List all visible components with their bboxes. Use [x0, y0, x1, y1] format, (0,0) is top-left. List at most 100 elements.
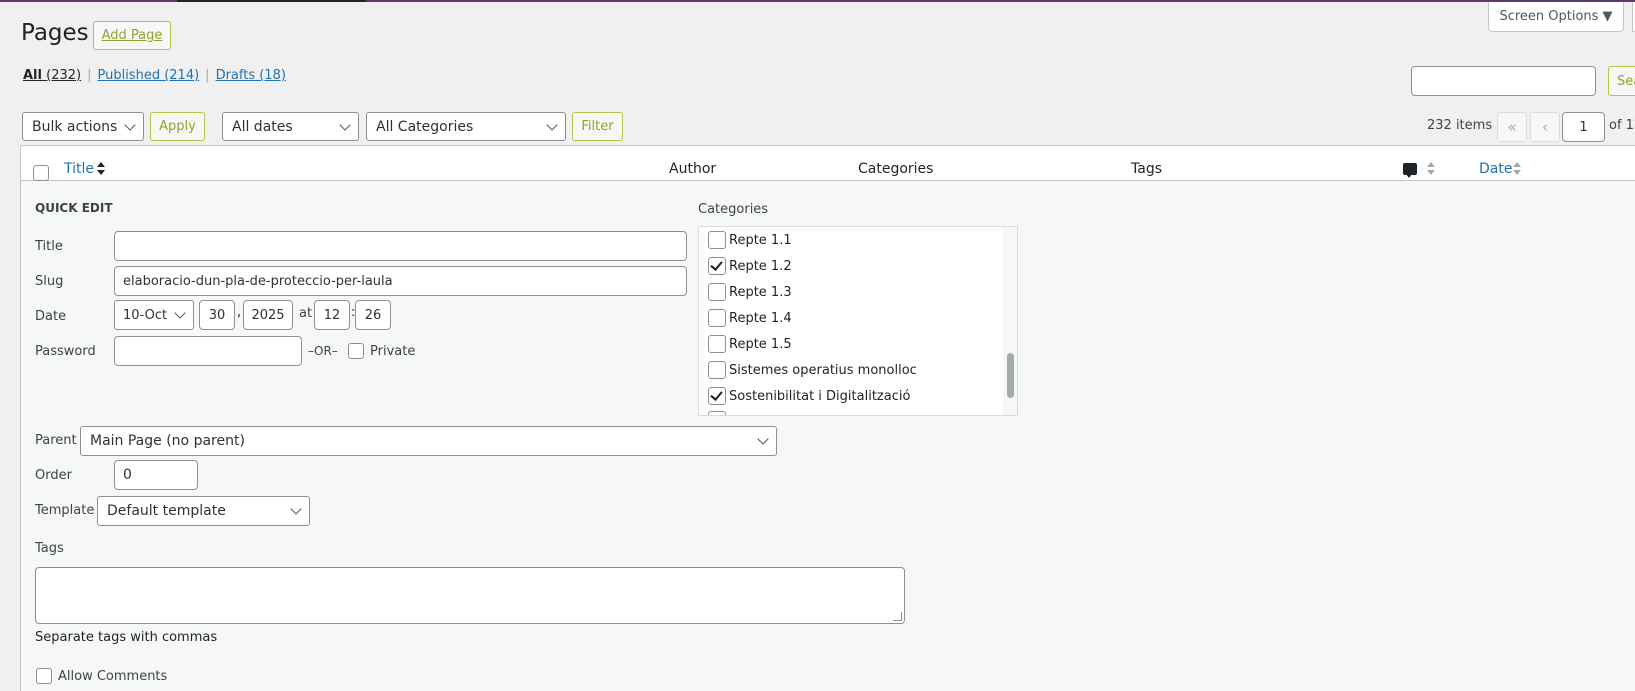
filter-divider: | — [87, 68, 92, 83]
bulk-actions-select[interactable]: Bulk actions — [22, 112, 144, 141]
category-item-label: Sostenibilitat i Digitalització — [729, 388, 911, 404]
category-item[interactable]: Repte 1.1 — [708, 229, 792, 251]
add-page-label: Add Page — [101, 28, 163, 43]
screen-options-label: Screen Options ▼ — [1499, 9, 1613, 24]
slug-value: elaboracio-dun-pla-de-proteccio-per-laul… — [123, 273, 393, 289]
categories-checklist[interactable]: Repte 1.1 Repte 1.2 Repte 1.3 Repte 1.4 Rept… — [698, 226, 1018, 416]
category-item-label: Repte 1.1 — [729, 232, 792, 248]
column-title[interactable]: Title — [64, 161, 94, 177]
category-item[interactable]: Repte 1.5 — [708, 333, 792, 355]
total-pages: of 12 — [1609, 118, 1635, 133]
date-comma: , — [237, 305, 242, 320]
hour-value: 12 — [323, 307, 341, 323]
title-input[interactable] — [114, 231, 687, 261]
password-input[interactable] — [114, 336, 302, 366]
allow-comments-label: Allow Comments — [58, 669, 168, 684]
at-label: at — [299, 306, 313, 321]
template-select[interactable]: Default template — [97, 496, 310, 526]
category-item-partial[interactable] — [708, 411, 726, 415]
column-author: Author — [669, 161, 717, 177]
month-value: 10-Oct — [123, 307, 168, 323]
year-input[interactable]: 2025 — [243, 300, 293, 330]
tags-textarea[interactable] — [35, 567, 905, 624]
filter-drafts[interactable]: Drafts (18) — [216, 68, 286, 83]
tags-label: Tags — [35, 541, 64, 556]
screen-options-button[interactable]: Screen Options ▼ — [1488, 2, 1624, 32]
apply-button[interactable]: Apply — [150, 112, 205, 141]
category-checkbox[interactable] — [708, 387, 726, 405]
day-input[interactable]: 30 — [199, 300, 235, 330]
prev-page-button[interactable]: ‹ — [1530, 112, 1560, 142]
order-label: Order — [35, 468, 72, 483]
category-checkbox[interactable] — [708, 231, 726, 249]
add-page-button[interactable]: Add Page — [93, 21, 171, 50]
chevron-down-icon — [124, 118, 136, 131]
chevron-down-icon — [546, 118, 558, 131]
category-checkbox[interactable] — [708, 335, 726, 353]
category-item-label: Sistemes operatius monolloc — [729, 362, 917, 378]
dates-select[interactable]: All dates — [222, 112, 359, 141]
category-item[interactable]: Sistemes operatius monolloc — [708, 359, 917, 381]
current-page-input[interactable]: 1 — [1562, 112, 1605, 142]
category-checkbox[interactable] — [708, 361, 726, 379]
category-checkbox[interactable] — [708, 257, 726, 275]
hour-input[interactable]: 12 — [314, 300, 350, 330]
quick-edit-heading: QUICK EDIT — [35, 201, 113, 215]
category-checkbox[interactable] — [708, 309, 726, 327]
select-all-checkbox[interactable] — [33, 165, 49, 181]
category-item[interactable]: Repte 1.3 — [708, 281, 792, 303]
minute-value: 26 — [364, 307, 382, 323]
apply-label: Apply — [159, 119, 196, 134]
category-item-label: Repte 1.4 — [729, 310, 792, 326]
categories-select[interactable]: All Categories — [366, 112, 566, 141]
table-header — [20, 145, 1635, 181]
filter-all-label: All — [23, 68, 42, 83]
admin-bar-active-edge — [177, 0, 366, 2]
resize-handle-icon[interactable] — [893, 612, 902, 621]
category-item[interactable]: Repte 1.2 — [708, 255, 792, 277]
slug-label: Slug — [35, 274, 64, 289]
category-item[interactable]: Sostenibilitat i Digitalització — [708, 385, 910, 407]
first-page-icon: « — [1507, 118, 1517, 136]
chevron-down-icon — [757, 433, 769, 445]
column-date[interactable]: Date — [1479, 161, 1512, 177]
sort-date-icon[interactable] — [1513, 162, 1521, 176]
slug-input[interactable]: elaboracio-dun-pla-de-proteccio-per-laul… — [114, 266, 687, 296]
order-input[interactable]: 0 — [114, 460, 198, 490]
parent-label: Parent — [35, 433, 77, 448]
day-value: 30 — [208, 307, 226, 323]
search-button-label: Sea — [1617, 73, 1635, 89]
items-count: 232 items — [1427, 118, 1493, 133]
prev-page-icon: ‹ — [1542, 118, 1548, 136]
dates-value: All dates — [232, 118, 293, 135]
parent-select[interactable]: Main Page (no parent) — [80, 426, 777, 456]
private-checkbox[interactable] — [348, 343, 364, 359]
sort-comments-icon[interactable] — [1427, 162, 1435, 176]
minute-input[interactable]: 26 — [355, 300, 391, 330]
private-label: Private — [370, 344, 416, 359]
year-value: 2025 — [251, 307, 285, 323]
status-filters: All (232) | Published (214) | Drafts (18… — [23, 68, 286, 83]
chevron-down-icon — [174, 307, 186, 319]
search-input[interactable] — [1411, 66, 1596, 96]
category-item[interactable]: Repte 1.4 — [708, 307, 792, 329]
allow-comments-checkbox[interactable] — [36, 668, 52, 684]
filter-button[interactable]: Filter — [572, 112, 623, 141]
comments-icon[interactable] — [1403, 163, 1417, 178]
column-tags: Tags — [1131, 161, 1162, 177]
column-title-label: Title — [64, 161, 95, 177]
search-button[interactable]: Sea — [1608, 66, 1635, 96]
bulk-actions-value: Bulk actions — [32, 118, 118, 135]
categories-label: Categories — [698, 202, 769, 217]
first-page-button[interactable]: « — [1497, 112, 1527, 142]
column-date-label: Date — [1479, 161, 1513, 177]
chevron-down-icon — [290, 503, 302, 515]
category-checkbox[interactable] — [708, 283, 726, 301]
filter-all-count: (232) — [46, 68, 82, 83]
month-select[interactable]: 10-Oct — [114, 300, 194, 330]
filter-all[interactable]: All (232) — [23, 68, 81, 83]
password-label: Password — [35, 344, 96, 359]
filter-published[interactable]: Published (214) — [97, 68, 199, 83]
categories-scrollbar-thumb[interactable] — [1007, 353, 1014, 398]
categories-value: All Categories — [376, 118, 474, 135]
